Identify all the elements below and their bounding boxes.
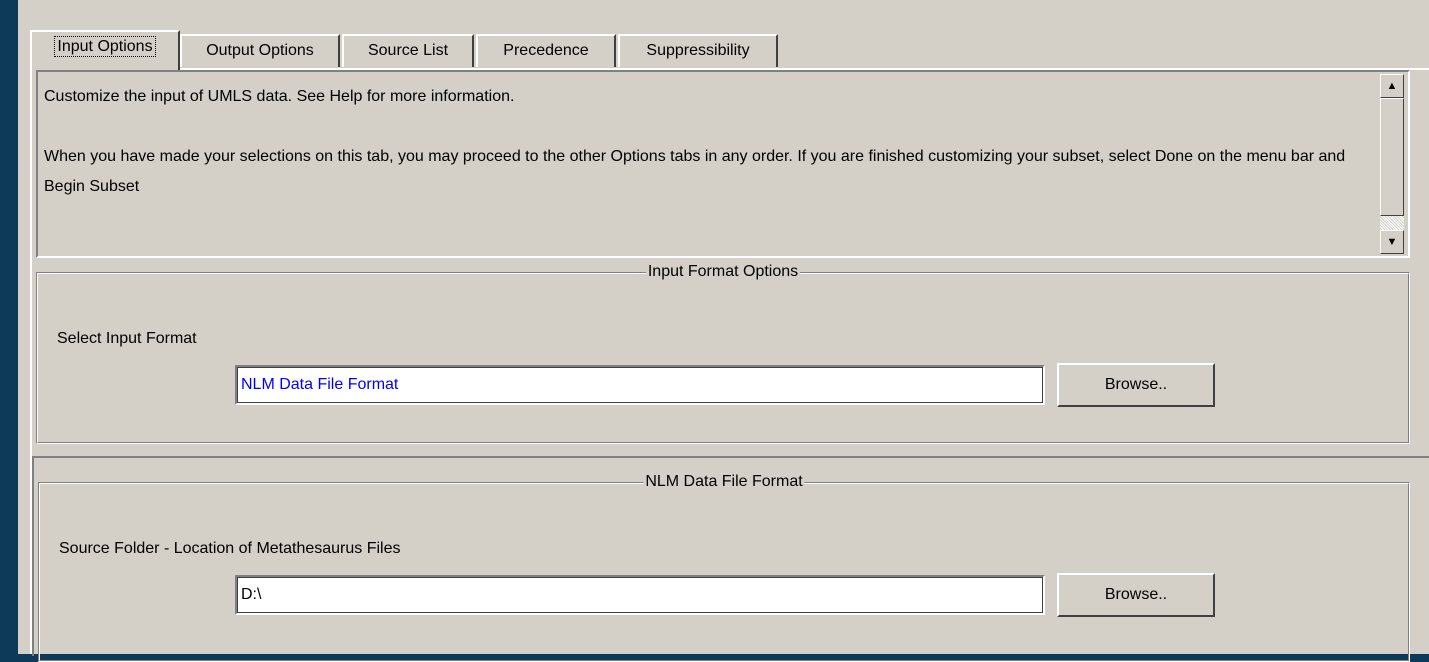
description-text: Customize the input of UMLS data. See He…: [44, 82, 1374, 202]
options-dialog: Input Options Output Options Source List…: [18, 0, 1429, 662]
description-area: Customize the input of UMLS data. See He…: [36, 70, 1410, 258]
scroll-thumb[interactable]: [1380, 98, 1404, 216]
scroll-track[interactable]: [1380, 216, 1404, 230]
tab-precedence[interactable]: Precedence: [476, 34, 616, 67]
tab-input-options[interactable]: Input Options: [30, 30, 180, 70]
source-folder-field[interactable]: D:\: [235, 575, 1045, 615]
source-folder-browse-button[interactable]: Browse..: [1057, 573, 1215, 617]
input-format-browse-button[interactable]: Browse..: [1057, 363, 1215, 407]
scroll-up-icon[interactable]: ▲: [1380, 74, 1404, 98]
select-input-format-label: Select Input Format: [57, 330, 197, 347]
description-line-1: Customize the input of UMLS data. See He…: [44, 88, 515, 105]
description-scrollbar[interactable]: ▲ ▼: [1380, 74, 1406, 254]
nlm-data-file-group: NLM Data File Format Source Folder - Loc…: [38, 472, 1410, 662]
nlm-group-title: NLM Data File Format: [643, 472, 805, 492]
scroll-down-icon[interactable]: ▼: [1380, 230, 1404, 254]
tab-suppressibility[interactable]: Suppressibility: [618, 34, 778, 67]
tab-output-options[interactable]: Output Options: [180, 34, 340, 67]
tab-source-list[interactable]: Source List: [342, 34, 474, 67]
input-format-field[interactable]: NLM Data File Format: [235, 365, 1045, 405]
input-format-group-title: Input Format Options: [645, 262, 801, 282]
description-line-2: When you have made your selections on th…: [44, 148, 1346, 195]
source-folder-label: Source Folder - Location of Metathesauru…: [59, 540, 401, 557]
input-format-group: Input Format Options Select Input Format…: [36, 262, 1410, 444]
tab-panel: Customize the input of UMLS data. See He…: [30, 68, 1429, 662]
